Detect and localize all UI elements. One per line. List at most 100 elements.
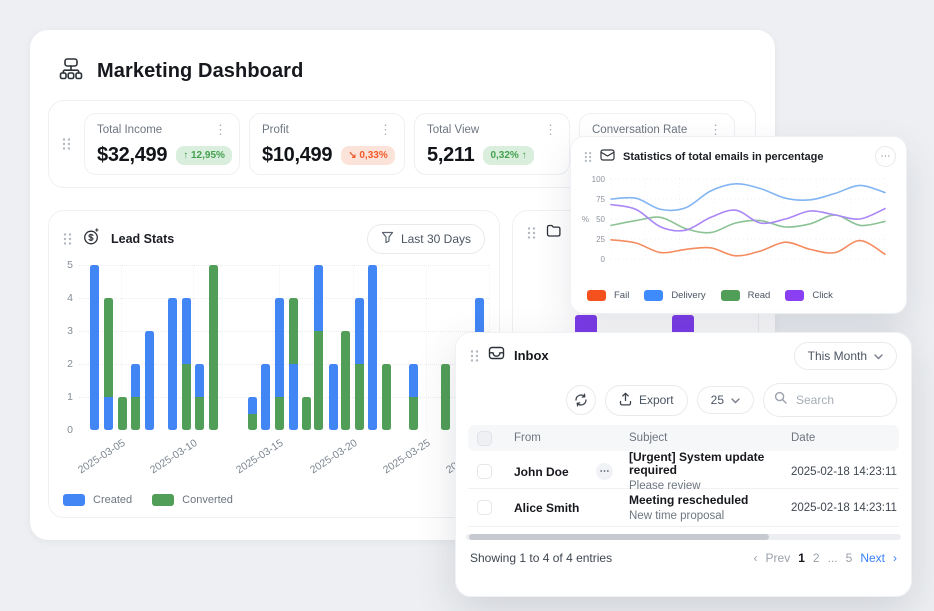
bar-segment-created [329,364,338,430]
row-date: 2025-02-18 14:23:11 [787,466,899,478]
drag-handle-icon[interactable] [584,151,592,163]
bar-segment-converted [104,298,113,397]
bar-segment-converted [248,414,257,431]
y-axis-tick: 0 [51,424,73,436]
bar-segment-converted [131,397,140,430]
search-input[interactable] [794,392,898,408]
kebab-menu-icon[interactable]: ⋮ [379,125,392,135]
x-axis-tick: 2025-03-10 [139,437,199,482]
legend-swatch [587,290,606,301]
y-axis-tick: 2 [51,358,73,370]
bar-segment-converted [275,397,284,430]
bar-segment-created [195,364,204,397]
legend-label: Converted [182,494,233,506]
bar [182,298,191,430]
export-icon [619,392,632,409]
page-button-5[interactable]: 5 [846,551,853,565]
stat-card-total-income: Total Income ⋮ $32,499 ↑ 12,95% [84,113,240,175]
inbox-card: Inbox This Month [455,332,912,597]
column-header-from: From [514,432,629,444]
stat-value: 5,211 [427,144,474,167]
legend-item-fail[interactable]: Fail [587,290,629,301]
bar [275,298,284,430]
bar-segment-created [182,298,191,364]
email-stats-card: Statistics of total emails in percentage… [570,136,907,314]
lead-stats-chart: 0123452025-03-052025-03-102025-03-152025… [49,257,499,457]
chevron-down-icon [874,349,883,363]
legend-item-converted[interactable]: Converted [152,494,233,506]
table-row[interactable]: Alice Smith Meeting rescheduled New time… [468,489,899,527]
prev-chevron-icon[interactable]: ‹ [754,551,758,565]
period-select[interactable]: This Month [794,342,897,370]
bar [261,364,270,430]
next-button[interactable]: Next [860,551,885,565]
row-checkbox[interactable] [477,464,492,479]
select-all-checkbox[interactable] [477,431,492,446]
bar [168,298,177,430]
refresh-button[interactable] [566,385,596,415]
legend-label: Click [812,290,833,301]
legend-item-created[interactable]: Created [63,494,132,506]
stat-title: Conversation Rate [592,124,687,136]
legend-item-click[interactable]: Click [785,290,833,301]
drag-handle-icon[interactable] [62,137,71,151]
period-label: This Month [808,349,867,363]
bar [368,265,377,430]
y-axis-tick: 75 [596,195,605,204]
drag-handle-icon[interactable] [470,349,479,363]
inbox-footer: Showing 1 to 4 of 4 entries ‹ Prev 1 2 .… [470,551,897,565]
kebab-menu-icon[interactable]: ⋮ [709,125,722,135]
gridline [79,331,489,332]
refresh-icon [574,393,588,407]
bar-segment-created [248,397,257,414]
gridline [79,298,489,299]
y-axis-tick: 4 [51,292,73,304]
page-button-2[interactable]: 2 [813,551,820,565]
sitemap-icon [58,56,84,87]
export-button[interactable]: Export [605,385,688,416]
stat-title: Profit [262,124,289,136]
row-menu-button[interactable]: ⋯ [596,463,613,480]
drag-handle-icon[interactable] [63,232,72,246]
bar-segment-created [355,298,364,364]
legend-item-read[interactable]: Read [721,290,771,301]
legend-label: Delivery [671,290,705,301]
funnel-icon [381,231,394,247]
bar [355,298,364,430]
search-box [763,383,897,417]
x-axis-tick: 2025-03-05 [67,437,127,482]
bar-segment-created [314,265,323,331]
stat-card-total-view: Total View ⋮ 5,211 0,32% ↑ [414,113,570,175]
drag-handle-icon[interactable] [527,226,536,240]
page-ellipsis: ... [828,551,838,565]
screen: Marketing Dashboard Total Income ⋮ $32,4… [0,0,934,611]
bar-segment-created [131,364,140,397]
gridline [426,265,427,430]
kebab-menu-icon[interactable]: ⋮ [214,125,227,135]
legend-label: Created [93,494,132,506]
page-size-select[interactable]: 25 [697,386,754,414]
page-button-1[interactable]: 1 [798,551,805,565]
bar-segment-converted [209,265,218,430]
row-subject: Meeting rescheduled [629,494,787,507]
bar-segment-created [104,397,113,430]
filter-last-30-days-button[interactable]: Last 30 Days [367,224,485,254]
stat-title: Total Income [97,124,162,136]
bar [145,331,154,430]
scrollbar-thumb[interactable] [469,534,769,540]
next-chevron-icon[interactable]: › [893,551,897,565]
y-axis-label: % [582,215,589,224]
chart-legend: Fail Delivery Read Click [587,290,833,301]
prev-button[interactable]: Prev [766,551,791,565]
chart-legend: Created Converted [63,494,233,506]
row-checkbox[interactable] [477,500,492,515]
table-row[interactable]: John Doe ⋯ [Urgent] System update requir… [468,451,899,489]
legend-item-delivery[interactable]: Delivery [644,290,705,301]
bar-segment-created [261,364,270,430]
lead-stats-icon [82,227,101,251]
kebab-menu-icon[interactable]: ⋮ [544,125,557,135]
y-axis-tick: 100 [592,175,606,184]
bar-segment-created [145,331,154,430]
more-menu-button[interactable]: ⋯ [875,146,896,167]
bar [104,298,113,430]
